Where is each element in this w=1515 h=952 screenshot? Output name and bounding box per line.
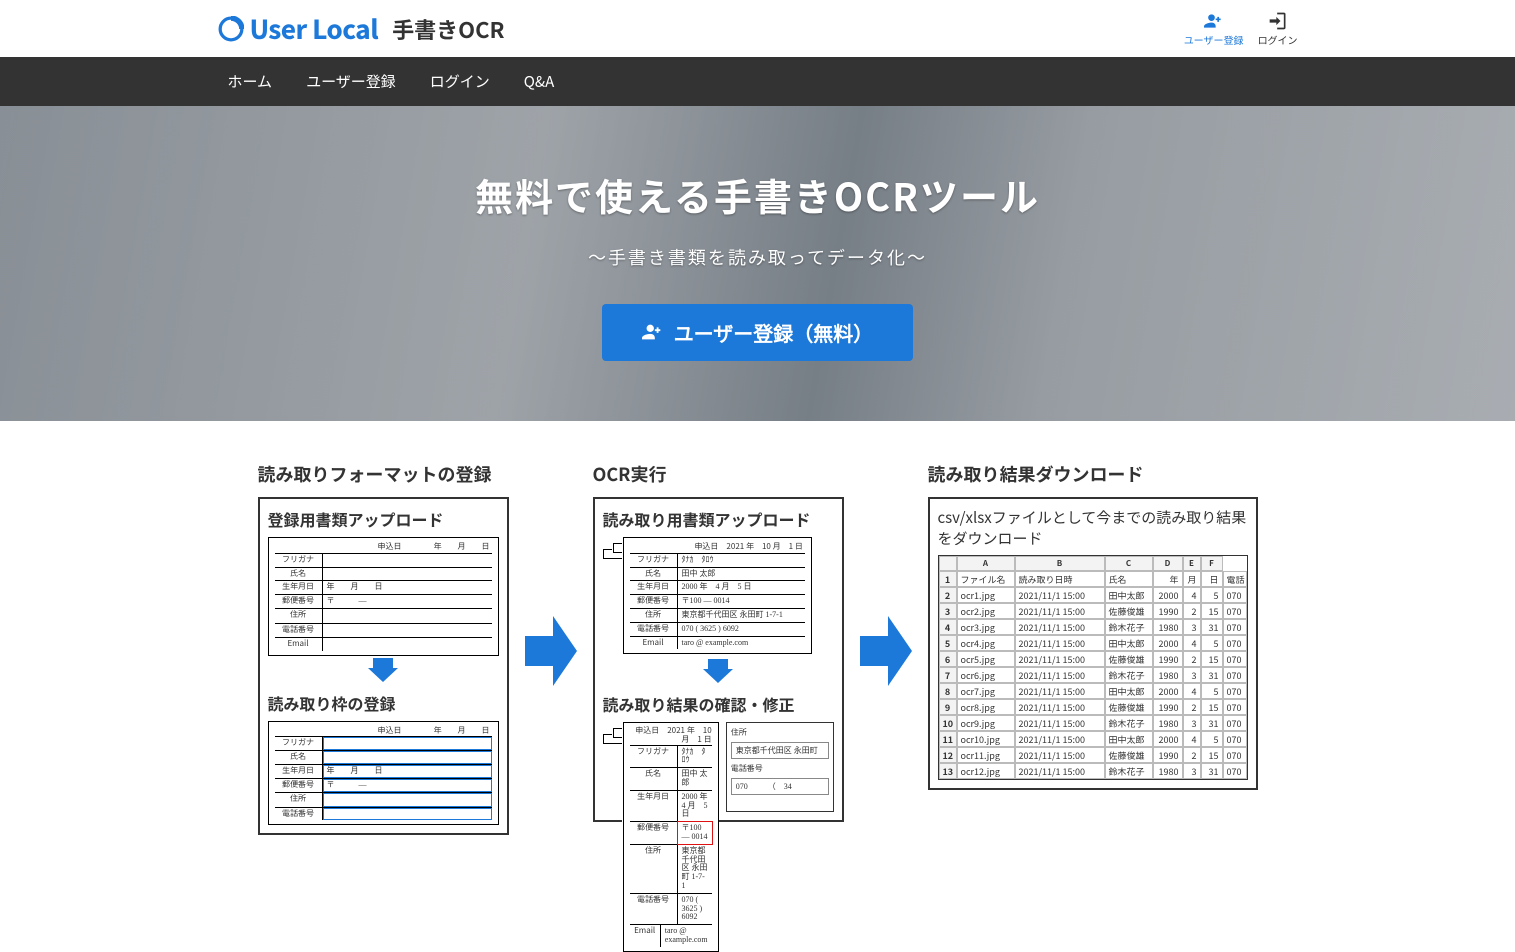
- workflow: 読み取りフォーマットの登録 登録用書類アップロード 申込日 年 月 日 フリガナ…: [258, 461, 1258, 841]
- col3-sub: csv/xlsxファイルとして今までの読み取り結果をダウンロード: [938, 507, 1248, 549]
- auth-login[interactable]: ログイン: [1258, 11, 1298, 47]
- blank-form-mock: 申込日 年 月 日 フリガナ 氏名 生年月日年 月 日 郵便番号〒 ― 住所 電…: [268, 537, 499, 656]
- table-row: 4ocr3.jpg2021/11/1 15:00鈴木花子1980331070: [939, 619, 1247, 635]
- workflow-col-format: 読み取りフォーマットの登録 登録用書類アップロード 申込日 年 月 日 フリガナ…: [258, 461, 509, 841]
- table-row: 8ocr7.jpg2021/11/1 15:00田中太郎200045070: [939, 683, 1247, 699]
- form-header: 申込日 年 月 日: [275, 542, 492, 554]
- brand-logo: User Local: [218, 10, 379, 47]
- hero: 無料で使える手書きOCRツール 〜手書き書類を読み取ってデータ化〜 ユーザー登録…: [0, 106, 1515, 421]
- side-tel-val: 070 （ 34: [731, 778, 829, 795]
- navbar: ホーム ユーザー登録 ログイン Q&A: [0, 57, 1515, 106]
- login-icon: [1267, 11, 1289, 31]
- col2-panel2-title: 読み取り結果の確認・修正: [603, 692, 834, 716]
- auth-links: ユーザー登録 ログイン: [1184, 11, 1298, 47]
- nav-home[interactable]: ホーム: [228, 71, 273, 92]
- workflow-col-ocr: OCR実行 読み取り用書類アップロード 申込日 2021 年 10 月 1 日 …: [593, 461, 844, 828]
- arrow-down-icon: [603, 659, 834, 688]
- col1-heading: 読み取りフォーマットの登録: [258, 461, 509, 487]
- hero-cta-label: ユーザー登録（無料）: [674, 318, 874, 347]
- brand-name: User Local: [250, 10, 379, 47]
- auth-login-label: ログイン: [1258, 32, 1298, 47]
- auth-register-label: ユーザー登録: [1184, 32, 1244, 47]
- table-row: 11ocr10.jpg2021/11/1 15:00田中太郎200045070: [939, 731, 1247, 747]
- auth-register[interactable]: ユーザー登録: [1184, 11, 1244, 47]
- col1-panel2-title: 読み取り枠の登録: [268, 691, 499, 715]
- col2-panel: 読み取り用書類アップロード 申込日 2021 年 10 月 1 日 フリガナﾀﾅ…: [593, 497, 844, 822]
- brand[interactable]: User Local 手書きOCR: [218, 10, 505, 47]
- hero-title: 無料で使える手書きOCRツール: [475, 167, 1040, 222]
- sheet-header-row: 1 ファイル名 読み取り日時 氏名 年 月 日 電話: [939, 571, 1247, 587]
- side-addr-val: 東京都千代田区 永田町: [731, 742, 829, 759]
- col1-panel1-title: 登録用書類アップロード: [268, 507, 499, 531]
- side-tel-label: 電話番号: [731, 763, 829, 774]
- col3-panel: csv/xlsxファイルとして今までの読み取り結果をダウンロード A B C D…: [928, 497, 1258, 790]
- workflow-col-download: 読み取り結果ダウンロード csv/xlsxファイルとして今までの読み取り結果をダ…: [928, 461, 1258, 796]
- hero-cta-button[interactable]: ユーザー登録（無料）: [602, 304, 914, 361]
- arrow-right-icon: [860, 546, 912, 756]
- user-plus-icon: [642, 321, 664, 343]
- table-row: 2ocr1.jpg2021/11/1 15:00田中太郎200045070: [939, 587, 1247, 603]
- col3-heading: 読み取り結果ダウンロード: [928, 461, 1258, 487]
- table-row: 5ocr4.jpg2021/11/1 15:00田中太郎200045070: [939, 635, 1247, 651]
- nav-login[interactable]: ログイン: [430, 71, 490, 92]
- side-addr-label: 住所: [731, 727, 829, 738]
- hero-subtitle: 〜手書き書類を読み取ってデータ化〜: [588, 244, 927, 270]
- table-row: 9ocr8.jpg2021/11/1 15:00佐藤俊雄1990215070: [939, 699, 1247, 715]
- table-row: 3ocr2.jpg2021/11/1 15:00佐藤俊雄1990215070: [939, 603, 1247, 619]
- table-row: 7ocr6.jpg2021/11/1 15:00鈴木花子1980331070: [939, 667, 1247, 683]
- sheet-col-letters: A B C D E F: [939, 556, 1247, 571]
- arrow-right-icon: [525, 546, 577, 756]
- brand-product: 手書きOCR: [392, 13, 504, 45]
- topbar: User Local 手書きOCR ユーザー登録 ログイン: [218, 0, 1298, 57]
- ocr-result-view: 申込日 2021 年 10 月 1 日 フリガナﾀﾅｶ ﾀﾛｳ 氏名田中 太郎 …: [603, 722, 834, 812]
- logo-icon: [218, 16, 244, 42]
- nav-qa[interactable]: Q&A: [524, 71, 554, 92]
- table-row: 10ocr9.jpg2021/11/1 15:00鈴木花子1980331070: [939, 715, 1247, 731]
- spreadsheet-mock: A B C D E F 1 ファイル名 読み取り日時 氏名 年 月 日 電話: [938, 555, 1248, 780]
- filled-form-stack: 申込日 2021 年 10 月 1 日 フリガナﾀﾅｶ ﾀﾛｳ 氏名田中 太郎 …: [603, 537, 834, 657]
- col2-panel1-title: 読み取り用書類アップロード: [603, 507, 834, 531]
- col1-panel-upload: 登録用書類アップロード 申込日 年 月 日 フリガナ 氏名 生年月日年 月 日 …: [258, 497, 509, 835]
- user-plus-icon: [1203, 11, 1225, 31]
- nav-register[interactable]: ユーザー登録: [306, 71, 396, 92]
- arrow-down-icon: [268, 658, 499, 687]
- ocr-correction-box: 住所 東京都千代田区 永田町 電話番号 070 （ 34: [726, 722, 834, 812]
- table-row: 12ocr11.jpg2021/11/1 15:00佐藤俊雄1990215070: [939, 747, 1247, 763]
- table-row: 6ocr5.jpg2021/11/1 15:00佐藤俊雄1990215070: [939, 651, 1247, 667]
- frame-form-mock: 申込日 年 月 日 フリガナ 氏名 生年月日年 月 日 郵便番号〒 ― 住所 電…: [268, 721, 499, 826]
- col2-heading: OCR実行: [593, 461, 844, 487]
- table-row: 13ocr12.jpg2021/11/1 15:00鈴木花子1980331070: [939, 763, 1247, 779]
